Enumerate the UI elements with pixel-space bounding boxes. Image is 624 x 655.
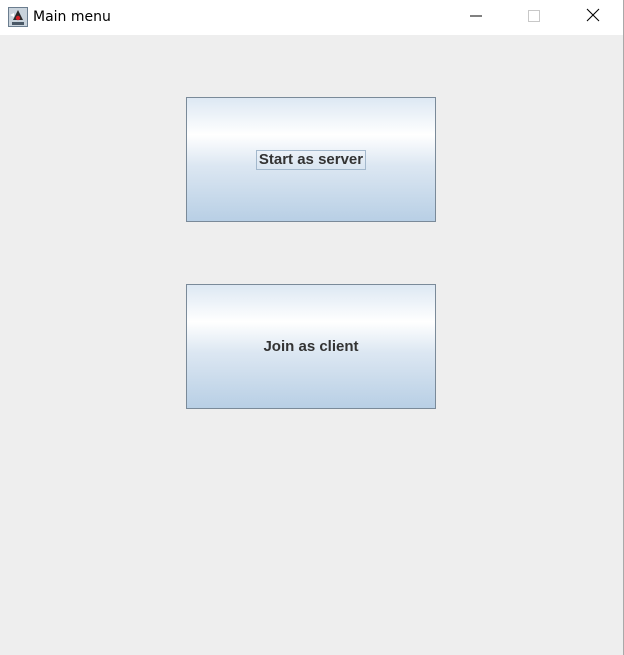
maximize-icon: [528, 7, 540, 26]
start-as-server-button[interactable]: Start as server: [186, 97, 436, 222]
close-button[interactable]: [570, 0, 616, 33]
main-window: Main menu Start as server Join as client: [0, 0, 624, 655]
maximize-button[interactable]: [511, 0, 557, 33]
main-panel: Start as server Join as client: [0, 35, 623, 655]
minimize-icon: [470, 7, 482, 26]
title-bar[interactable]: Main menu: [0, 0, 623, 35]
start-as-server-label: Start as server: [255, 149, 367, 170]
window-title: Main menu: [33, 9, 111, 25]
close-icon: [586, 7, 600, 26]
join-as-client-label: Join as client: [263, 337, 359, 355]
join-as-client-button[interactable]: Join as client: [186, 284, 436, 409]
minimize-button[interactable]: [453, 0, 499, 33]
java-duke-icon[interactable]: [8, 7, 28, 27]
